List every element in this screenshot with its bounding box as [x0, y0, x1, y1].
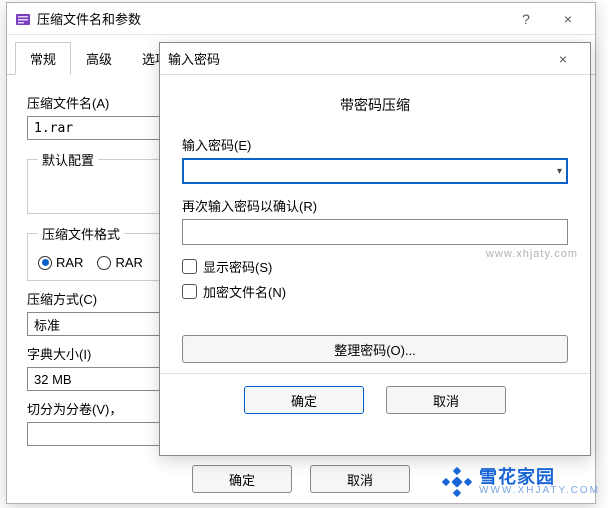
app-icon — [15, 11, 31, 27]
main-cancel-button[interactable]: 取消 — [310, 465, 410, 493]
modal-body: 带密码压缩 输入密码(E) ▾ 再次输入密码以确认(R) 显示密码(S) 加密文… — [160, 75, 590, 373]
dict-value: 32 MB — [34, 372, 72, 387]
close-button[interactable]: × — [547, 4, 589, 34]
tab-general[interactable]: 常规 — [15, 42, 71, 75]
encrypt-names-checkbox[interactable]: 加密文件名(N) — [182, 282, 568, 301]
main-titlebar: 压缩文件名和参数 ? × — [7, 3, 595, 35]
modal-header: 带密码压缩 — [182, 95, 568, 115]
main-title: 压缩文件名和参数 — [37, 9, 505, 28]
modal-close-button[interactable]: × — [542, 44, 584, 74]
confirm-label: 再次输入密码以确认(R) — [182, 196, 568, 215]
show-password-label: 显示密码(S) — [203, 257, 272, 276]
default-profile-legend: 默认配置 — [38, 150, 98, 169]
method-value: 标准 — [34, 315, 60, 334]
main-ok-button[interactable]: 确定 — [192, 465, 292, 493]
format-radio-rar[interactable]: RAR — [38, 255, 83, 270]
watermark-text: 雪花家园 — [479, 468, 600, 486]
checkbox-icon — [182, 259, 197, 274]
encrypt-names-label: 加密文件名(N) — [203, 282, 286, 301]
help-button[interactable]: ? — [505, 4, 547, 34]
snowflake-icon — [441, 466, 473, 498]
password-input[interactable]: ▾ — [182, 158, 568, 184]
format-legend: 压缩文件格式 — [38, 224, 124, 243]
watermark-subtext: WWW.XHJATY.COM — [479, 486, 600, 496]
confirm-password-input[interactable] — [182, 219, 568, 245]
password-label: 输入密码(E) — [182, 135, 568, 154]
modal-ok-button[interactable]: 确定 — [244, 386, 364, 414]
format-radio-rar4[interactable]: RAR — [97, 255, 142, 270]
chevron-down-icon: ▾ — [557, 166, 562, 177]
tab-advanced[interactable]: 高级 — [71, 42, 127, 75]
watermark-url: www.xhjaty.com — [486, 248, 578, 260]
modal-button-row: 确定 取消 — [160, 373, 590, 426]
radio-icon — [97, 256, 111, 270]
organize-passwords-button[interactable]: 整理密码(O)... — [182, 335, 568, 363]
radio-icon — [38, 256, 52, 270]
modal-titlebar: 输入密码 × — [160, 43, 590, 75]
modal-cancel-button[interactable]: 取消 — [386, 386, 506, 414]
watermark-logo: 雪花家园 WWW.XHJATY.COM — [441, 466, 600, 498]
modal-title: 输入密码 — [168, 49, 542, 68]
checkbox-icon — [182, 284, 197, 299]
